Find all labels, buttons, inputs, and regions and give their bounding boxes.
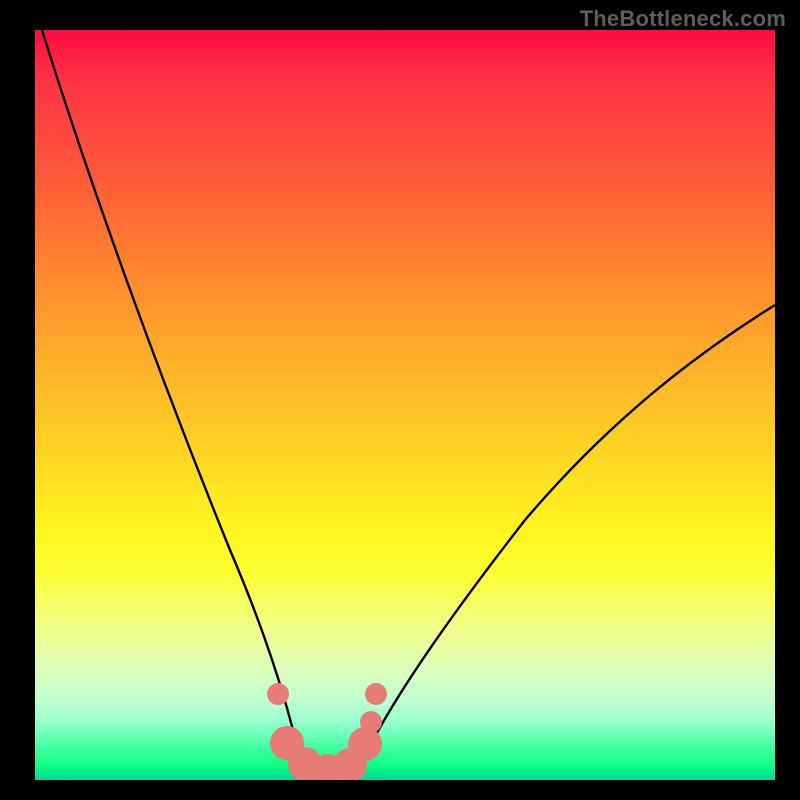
- marker-dot: [348, 727, 382, 761]
- watermark-text: TheBottleneck.com: [580, 6, 786, 32]
- bottleneck-curve: [35, 30, 775, 780]
- marker-dot: [267, 683, 289, 705]
- curve-right: [367, 305, 775, 752]
- curve-left: [42, 30, 297, 752]
- marker-dot: [360, 711, 382, 733]
- marker-group: [267, 683, 387, 780]
- marker-dot: [365, 683, 387, 705]
- plot-area: [35, 30, 775, 780]
- chart-frame: TheBottleneck.com: [0, 0, 800, 800]
